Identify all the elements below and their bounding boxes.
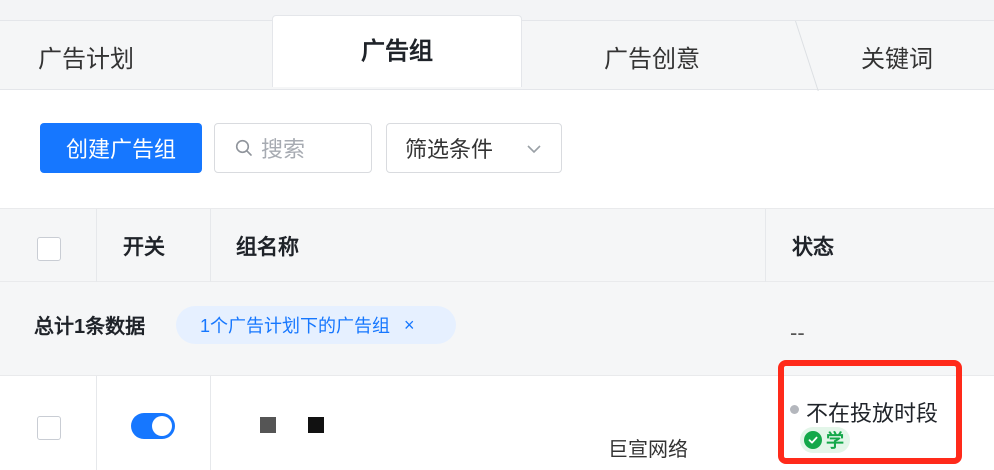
- tab-bar: 广告计划 广告组 广告创意 关键词: [0, 15, 994, 91]
- create-ad-group-button[interactable]: 创建广告组: [40, 123, 202, 173]
- chevron-down-icon: [527, 145, 541, 154]
- close-icon[interactable]: ×: [404, 315, 415, 336]
- tab-ad-creative[interactable]: 广告创意: [522, 21, 782, 91]
- column-divider: [765, 209, 766, 283]
- tab-ad-group[interactable]: 广告组: [272, 15, 522, 87]
- column-header-group-name[interactable]: 组名称: [236, 209, 299, 283]
- toggle-knob: [152, 416, 172, 436]
- search-input[interactable]: 搜索: [214, 123, 372, 173]
- tab-ad-plan[interactable]: 广告计划: [0, 21, 180, 91]
- column-header-switch[interactable]: 开关: [123, 209, 165, 283]
- redacted-square: [260, 417, 276, 433]
- total-count: 总计1条数据: [34, 316, 146, 338]
- filter-tag-label: 1个广告计划下的广告组: [200, 316, 391, 336]
- column-divider: [210, 209, 211, 283]
- summary-status-value: --: [790, 320, 805, 345]
- column-header-status[interactable]: 状态: [792, 209, 834, 283]
- filter-label: 筛选条件: [405, 137, 494, 162]
- search-icon: [235, 139, 252, 156]
- row-checkbox[interactable]: [37, 416, 61, 440]
- select-all-checkbox[interactable]: [37, 237, 61, 261]
- filter-tag[interactable]: 1个广告计划下的广告组 ×: [176, 306, 456, 344]
- column-divider: [210, 376, 211, 470]
- column-divider: [96, 209, 97, 283]
- watermark: 巨宣网络: [608, 439, 688, 461]
- tab-keywords[interactable]: 关键词: [800, 21, 994, 91]
- highlight-box: [778, 360, 962, 464]
- enable-toggle[interactable]: [131, 413, 175, 439]
- redacted-square: [308, 417, 324, 433]
- search-placeholder: 搜索: [261, 137, 306, 162]
- filter-select[interactable]: 筛选条件: [386, 123, 562, 173]
- column-divider: [96, 376, 97, 470]
- table-header: 开关 组名称 状态: [0, 208, 994, 283]
